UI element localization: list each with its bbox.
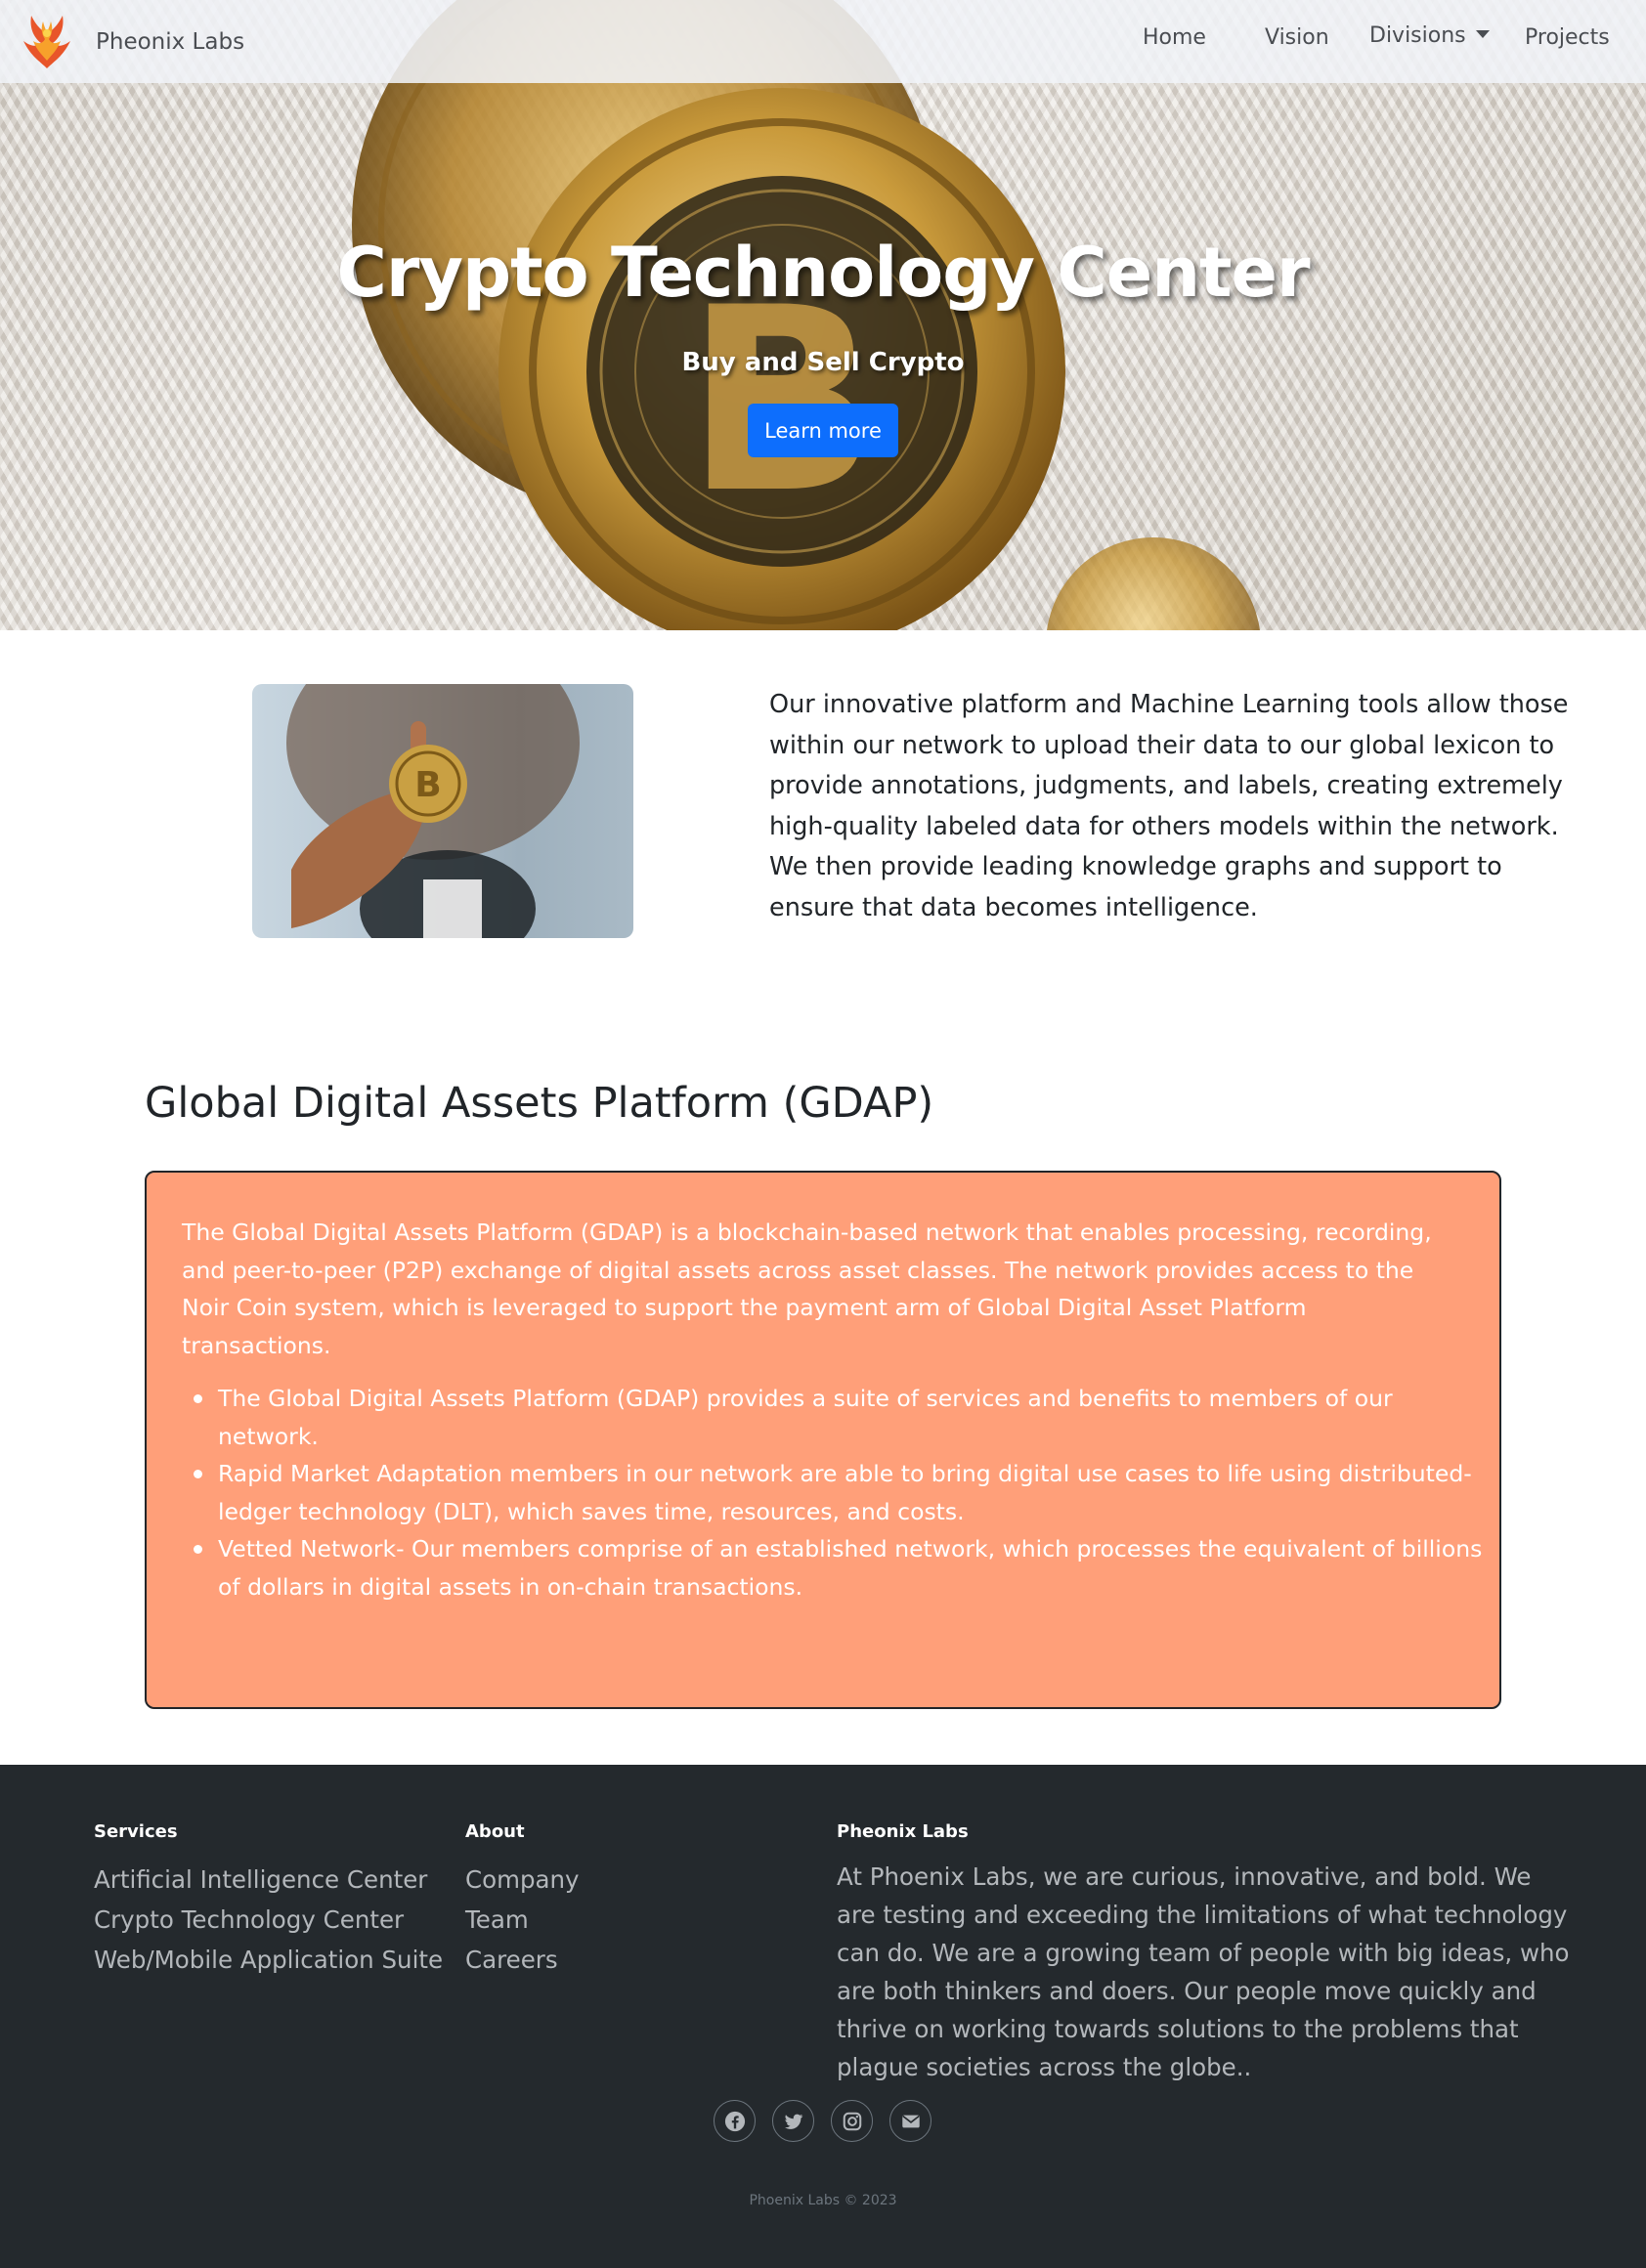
learn-more-button[interactable]: Learn more [748, 404, 898, 457]
facebook-link[interactable] [714, 2100, 756, 2142]
hero-section: B [0, 0, 1646, 630]
footer-link-team[interactable]: Team [465, 1900, 580, 1940]
intro-text: Our innovative platform and Machine Lear… [769, 690, 1569, 922]
footer-company-heading: Pheonix Labs [837, 1821, 969, 1842]
brand-link[interactable]: Pheonix Labs [18, 12, 244, 72]
twitter-link[interactable] [772, 2100, 814, 2142]
gdap-bullet: The Global Digital Assets Platform (GDAP… [182, 1380, 1492, 1455]
gdap-bullet: Vetted Network- Our members comprise of … [182, 1530, 1492, 1605]
email-link[interactable] [889, 2100, 931, 2142]
footer-about-heading: About [465, 1821, 525, 1842]
footer-link-company[interactable]: Company [465, 1860, 580, 1900]
divisions-label: Divisions [1369, 23, 1466, 48]
instagram-link[interactable] [831, 2100, 873, 2142]
top-navbar: Pheonix Labs Home Vision Divisions Proje… [0, 0, 1646, 83]
nav-link-divisions[interactable]: Divisions [1369, 23, 1490, 48]
footer-company-text: At Phoenix Labs, we are curious, innovat… [837, 1862, 1570, 2081]
brand-name: Pheonix Labs [96, 29, 245, 55]
svg-text:B: B [414, 765, 441, 805]
nav-link-vision[interactable]: Vision [1265, 25, 1329, 50]
hero-title: Crypto Technology Center [336, 233, 1310, 313]
social-links [714, 2100, 948, 2142]
footer-link-crypto-center[interactable]: Crypto Technology Center [94, 1900, 443, 1940]
facebook-icon [724, 2111, 745, 2131]
instagram-icon [843, 2112, 861, 2130]
hero-subtitle: Buy and Sell Crypto [681, 348, 965, 377]
gdap-title: Global Digital Assets Platform (GDAP) [145, 1079, 934, 1128]
gdap-bullet-list: The Global Digital Assets Platform (GDAP… [182, 1380, 1482, 1605]
footer-link-app-suite[interactable]: Web/Mobile Application Suite [94, 1940, 443, 1980]
gdap-paragraph: The Global Digital Assets Platform (GDAP… [182, 1219, 1432, 1359]
footer-services-heading: Services [94, 1821, 178, 1842]
copyright-text: Phoenix Labs © 2023 [749, 2193, 897, 2208]
gdap-bullet: Rapid Market Adaptation members in our n… [182, 1455, 1492, 1530]
bitcoin-coins-image: B [352, 0, 1260, 630]
coin-holder-image: B [252, 684, 633, 938]
gdap-card: The Global Digital Assets Platform (GDAP… [145, 1171, 1501, 1709]
footer-about-list: Company Team Careers [465, 1860, 580, 1980]
twitter-icon [784, 2114, 802, 2129]
caret-down-icon [1475, 30, 1490, 38]
footer-link-careers[interactable]: Careers [465, 1940, 580, 1980]
footer-link-ai-center[interactable]: Artificial Intelligence Center [94, 1860, 443, 1900]
coin-holder-illustration: B [286, 684, 580, 938]
site-footer: Services Artificial Intelligence Center … [0, 1765, 1646, 2268]
footer-services-list: Artificial Intelligence Center Crypto Te… [94, 1860, 443, 1980]
phoenix-logo-icon [23, 16, 70, 68]
nav-link-home[interactable]: Home [1143, 25, 1206, 50]
nav-link-projects[interactable]: Projects [1525, 25, 1610, 50]
envelope-icon [901, 2115, 920, 2127]
